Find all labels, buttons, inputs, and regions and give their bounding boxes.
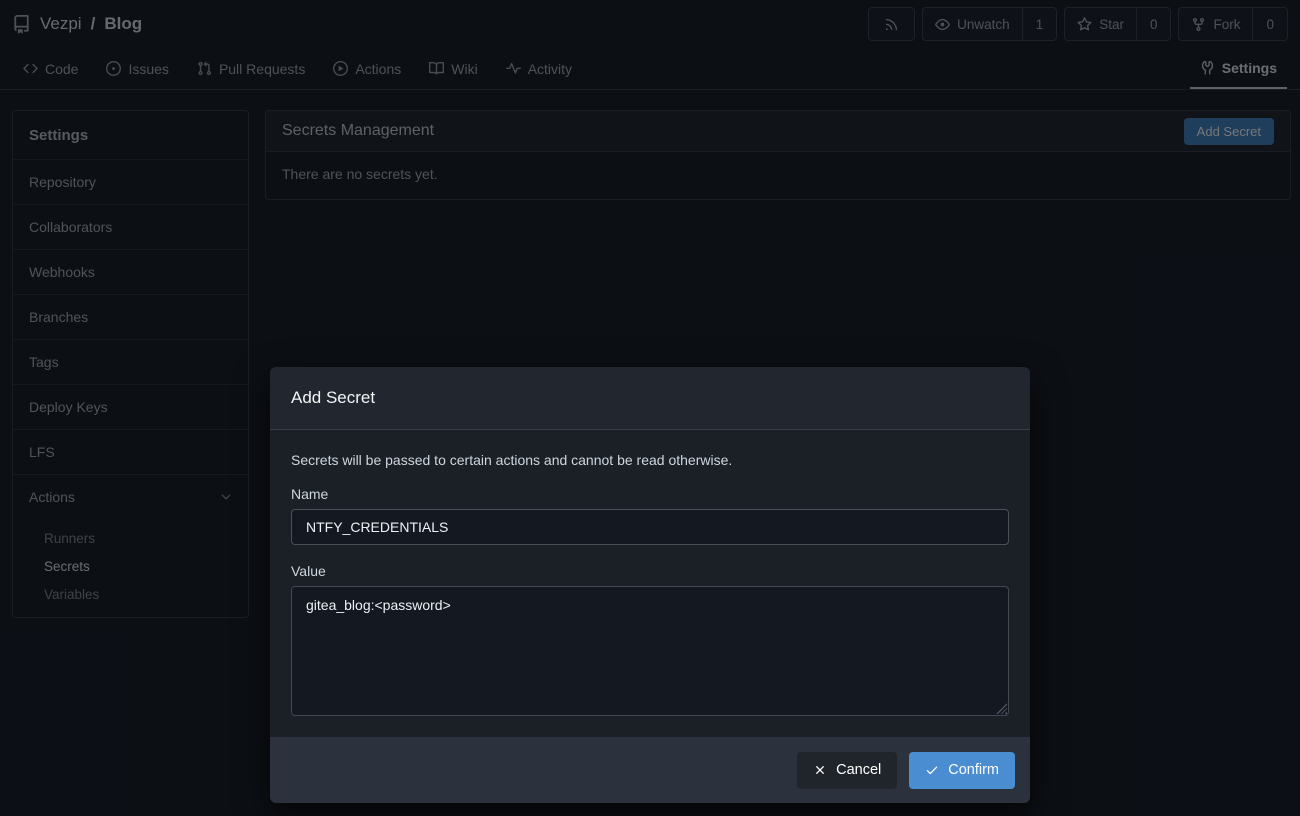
modal-body: Secrets will be passed to certain action… <box>270 430 1030 716</box>
confirm-button[interactable]: Confirm <box>909 752 1015 789</box>
name-field-label: Name <box>291 486 1009 502</box>
x-icon <box>813 763 827 777</box>
modal-title: Add Secret <box>270 367 1030 430</box>
value-field-label: Value <box>291 563 1009 579</box>
cancel-button-label: Cancel <box>836 762 881 778</box>
modal-description: Secrets will be passed to certain action… <box>291 452 1009 468</box>
modal-footer: Cancel Confirm <box>270 737 1030 803</box>
cancel-button[interactable]: Cancel <box>797 752 897 789</box>
confirm-button-label: Confirm <box>948 762 999 778</box>
add-secret-modal: Add Secret Secrets will be passed to cer… <box>270 367 1030 803</box>
check-icon <box>925 763 939 777</box>
secret-name-input[interactable] <box>291 509 1009 545</box>
secret-value-textarea[interactable]: gitea_blog:<password> <box>291 586 1009 716</box>
